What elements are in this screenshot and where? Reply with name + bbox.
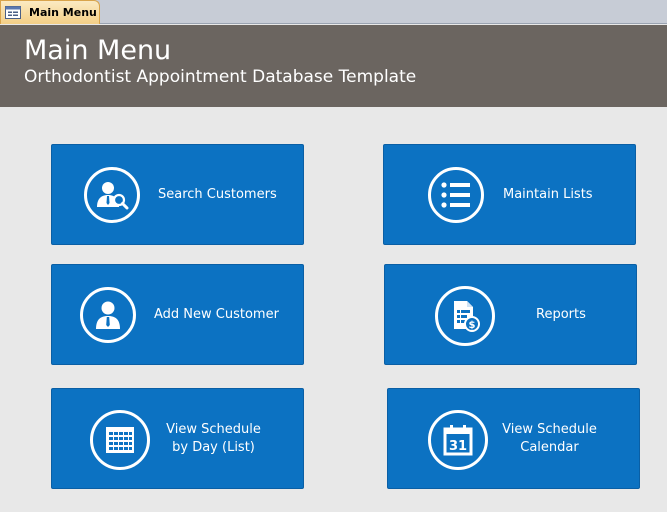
list-icon <box>428 167 484 223</box>
reports-button[interactable]: $ Reports <box>384 264 637 365</box>
maintain-lists-button[interactable]: Maintain Lists <box>383 144 636 245</box>
document-tab-bar: Main Menu <box>0 0 667 24</box>
form-icon <box>5 6 21 20</box>
view-schedule-by-day-line1: View Schedule <box>166 422 261 437</box>
maintain-lists-label: Maintain Lists <box>503 187 593 202</box>
view-schedule-calendar-button[interactable]: 31 View Schedule Calendar <box>387 388 640 489</box>
search-customers-button[interactable]: Search Customers <box>51 144 304 245</box>
svg-text:$: $ <box>469 320 476 331</box>
view-schedule-by-day-button[interactable]: View Schedule by Day (List) <box>51 388 304 489</box>
user-icon <box>80 287 136 343</box>
calendar-31-icon: 31 <box>428 410 488 470</box>
calendar-grid-icon <box>90 410 150 470</box>
tab-main-menu[interactable]: Main Menu <box>0 0 100 24</box>
report-dollar-icon: $ <box>435 286 495 346</box>
page-header: Main Menu Orthodontist Appointment Datab… <box>0 25 667 107</box>
view-schedule-calendar-line1: View Schedule <box>502 422 597 437</box>
add-new-customer-label: Add New Customer <box>154 307 279 322</box>
view-schedule-calendar-line2: Calendar <box>520 440 579 455</box>
view-schedule-by-day-label: View Schedule by Day (List) <box>166 421 261 457</box>
view-schedule-calendar-label: View Schedule Calendar <box>502 421 597 457</box>
reports-label: Reports <box>536 307 586 322</box>
add-new-customer-button[interactable]: Add New Customer <box>51 264 304 365</box>
page-title: Main Menu <box>24 35 172 66</box>
svg-text:31: 31 <box>449 439 467 454</box>
view-schedule-by-day-line2: by Day (List) <box>172 440 255 455</box>
search-customers-label: Search Customers <box>158 187 277 202</box>
tab-label: Main Menu <box>29 6 97 19</box>
user-search-icon <box>84 167 140 223</box>
page-subtitle: Orthodontist Appointment Database Templa… <box>24 67 417 87</box>
